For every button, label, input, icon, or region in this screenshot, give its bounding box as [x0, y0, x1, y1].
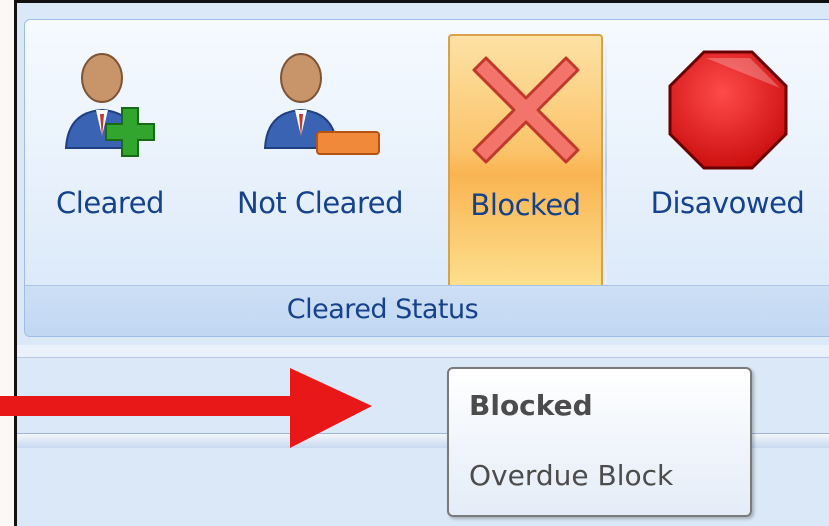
- cleared-label: Cleared: [56, 186, 164, 220]
- red-arrow-icon: [0, 368, 372, 448]
- not-cleared-label: Not Cleared: [237, 186, 403, 220]
- red-x-icon: [472, 56, 579, 164]
- tooltip: Blocked Overdue Block: [447, 367, 752, 517]
- disavowed-label: Disavowed: [650, 186, 805, 220]
- user-add-icon: [64, 53, 155, 157]
- tooltip-description: Overdue Block: [469, 459, 674, 492]
- ribbon-bottom-edge: [17, 345, 829, 358]
- group-label: Cleared Status: [286, 294, 479, 325]
- cleared-button[interactable]: Cleared: [35, 34, 185, 290]
- disavowed-button[interactable]: Disavowed: [625, 34, 829, 290]
- tooltip-title: Blocked: [469, 389, 593, 422]
- stop-sign-icon: [668, 50, 787, 170]
- blocked-button[interactable]: Blocked: [448, 34, 603, 290]
- user-remove-icon: [263, 53, 380, 155]
- ribbon-separator: [605, 44, 607, 284]
- cleared-status-group: Cleared Not Cleared Blocked Disavowed Cl…: [24, 19, 829, 337]
- group-label-bar: Cleared Status: [25, 285, 829, 336]
- blocked-label: Blocked: [470, 188, 581, 222]
- not-cleared-button[interactable]: Not Cleared: [195, 34, 445, 290]
